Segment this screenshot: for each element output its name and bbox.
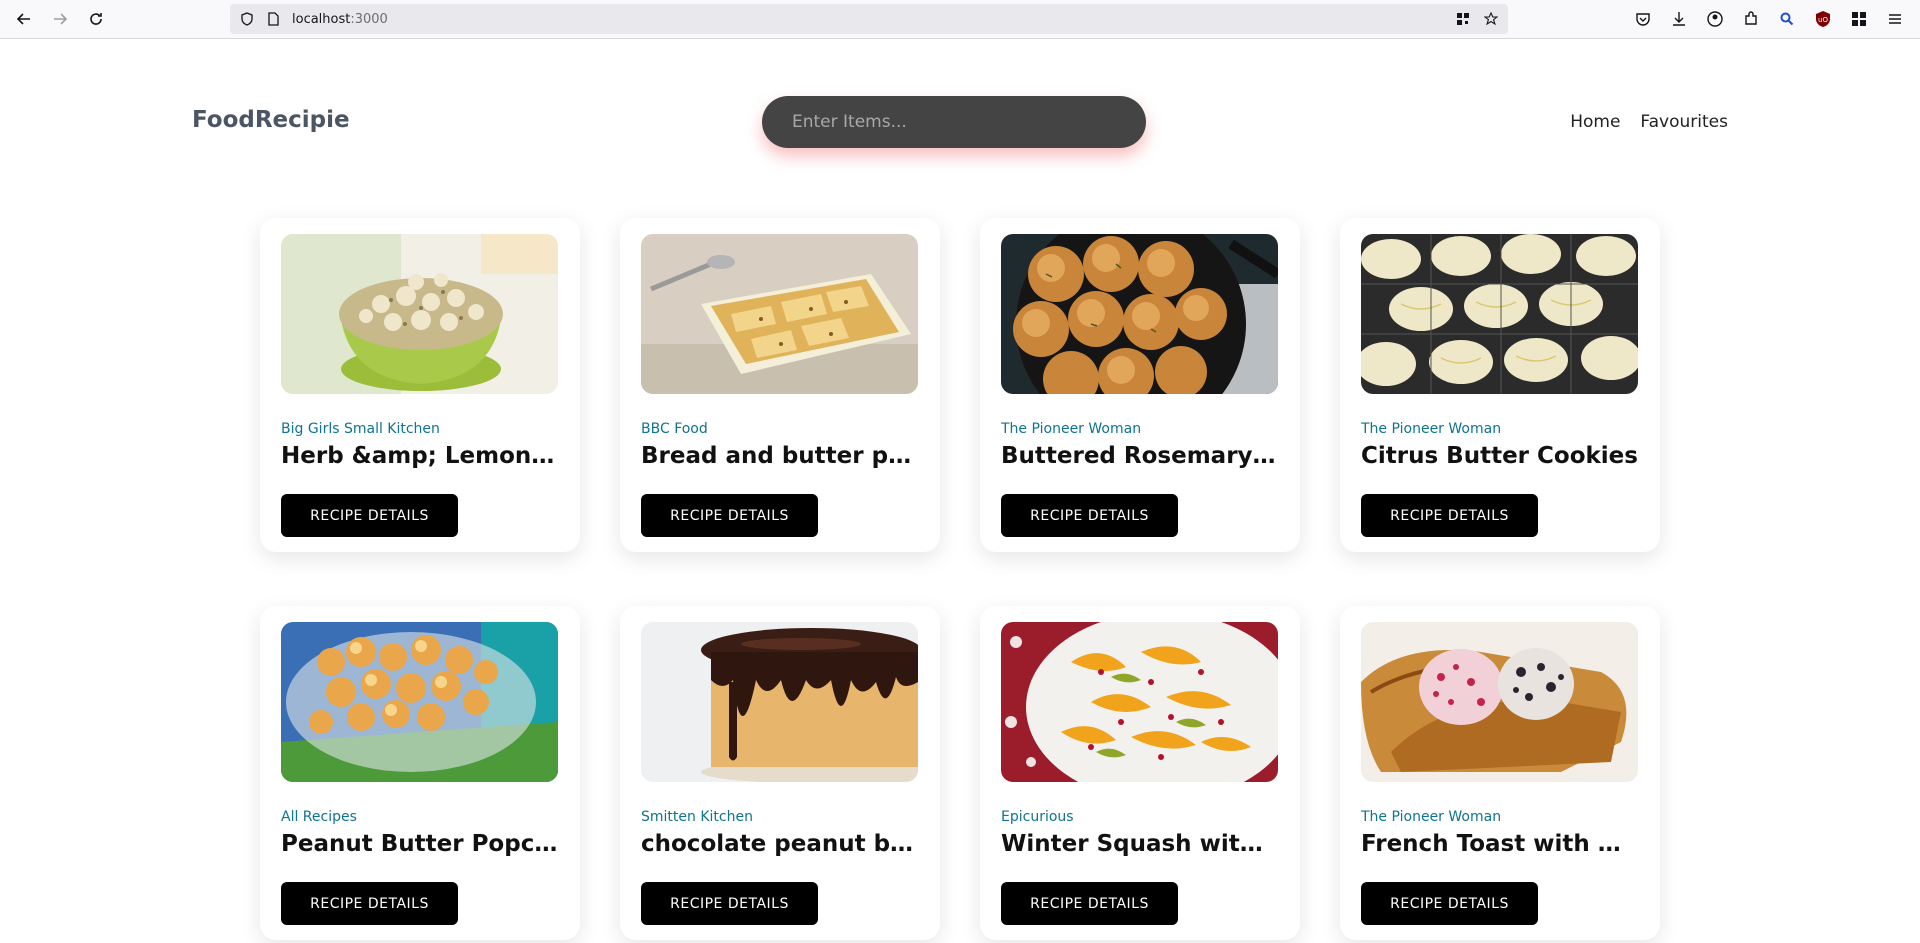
recipe-image [281, 234, 558, 394]
search-input[interactable] [792, 96, 1112, 148]
search-bar [762, 96, 1146, 148]
recipe-title: Peanut Butter Popcorn [281, 831, 558, 857]
recipe-grid: Big Girls Small Kitchen Herb &amp; Lemon… [260, 218, 1660, 940]
qr-code-icon[interactable] [1456, 12, 1470, 26]
recipe-details-button[interactable]: RECIPE DETAILS [281, 494, 458, 537]
bookmark-star-icon[interactable] [1484, 12, 1498, 26]
recipe-card: The Pioneer Woman Citrus Butter Cookies … [1340, 218, 1660, 552]
recipe-details-button[interactable]: RECIPE DETAILS [1001, 882, 1178, 925]
recipe-publisher: Big Girls Small Kitchen [281, 421, 440, 437]
recipe-card: The Pioneer Woman French Toast with Ber.… [1340, 606, 1660, 940]
recipe-title: chocolate peanut butt... [641, 831, 918, 857]
rosemary-rolls-image [1001, 234, 1278, 394]
recipe-title: Buttered Rosemary R... [1001, 443, 1278, 469]
nav-home-link[interactable]: Home [1570, 112, 1620, 132]
recipe-publisher: The Pioneer Woman [1001, 421, 1142, 437]
recipe-details-button[interactable]: RECIPE DETAILS [1361, 494, 1538, 537]
ublock-icon[interactable]: uO [1814, 10, 1832, 28]
account-icon[interactable] [1706, 10, 1724, 28]
download-icon[interactable] [1670, 10, 1688, 28]
url-text: localhost:3000 [292, 12, 388, 27]
shield-icon [241, 12, 253, 26]
main-nav: Home Favourites [1570, 112, 1728, 132]
recipe-card: BBC Food Bread and butter pud... RECIPE … [620, 218, 940, 552]
chocolate-drip-cake-image [641, 622, 918, 782]
forward-arrow-icon [54, 13, 68, 25]
recipe-details-button[interactable]: RECIPE DETAILS [281, 882, 458, 925]
recipe-card: Big Girls Small Kitchen Herb &amp; Lemon… [260, 218, 580, 552]
squash-pomegranate-image [1001, 622, 1278, 782]
recipe-image [641, 622, 918, 782]
recipe-title: French Toast with Ber... [1361, 831, 1638, 857]
recipe-publisher: Smitten Kitchen [641, 809, 753, 825]
back-arrow-icon [16, 13, 30, 25]
recipe-card: Epicurious Winter Squash with S... RECIP… [980, 606, 1300, 940]
recipe-image [1361, 234, 1638, 394]
search-extension-icon[interactable] [1778, 10, 1796, 28]
recipe-details-button[interactable]: RECIPE DETAILS [1361, 882, 1538, 925]
reload-icon [90, 13, 102, 25]
recipe-image [1001, 622, 1278, 782]
recipe-image [1361, 622, 1638, 782]
page-icon [268, 12, 279, 26]
glazed-cookies-image [1361, 234, 1638, 394]
recipe-title: Winter Squash with S... [1001, 831, 1278, 857]
pocket-icon[interactable] [1634, 10, 1652, 28]
reload-button[interactable] [82, 6, 110, 32]
recipe-image [281, 622, 558, 782]
site-logo[interactable]: FoodRecipie [192, 107, 350, 133]
recipe-publisher: BBC Food [641, 421, 708, 437]
forward-button[interactable] [46, 6, 74, 32]
bread-pudding-image [641, 234, 918, 394]
back-button[interactable] [10, 6, 38, 32]
url-host: localhost [292, 12, 351, 27]
recipe-details-button[interactable]: RECIPE DETAILS [641, 494, 818, 537]
extensions-icon[interactable] [1742, 10, 1760, 28]
recipe-title: Bread and butter pud... [641, 443, 918, 469]
browser-toolbar: localhost:3000 uO [0, 0, 1920, 39]
recipe-details-button[interactable]: RECIPE DETAILS [641, 882, 818, 925]
recipe-card: Smitten Kitchen chocolate peanut butt...… [620, 606, 940, 940]
recipe-card: All Recipes Peanut Butter Popcorn RECIPE… [260, 606, 580, 940]
french-toast-image [1361, 622, 1638, 782]
address-bar[interactable]: localhost:3000 [230, 4, 1508, 34]
recipe-publisher: The Pioneer Woman [1361, 809, 1502, 825]
recipe-details-button[interactable]: RECIPE DETAILS [1001, 494, 1178, 537]
recipe-card: The Pioneer Woman Buttered Rosemary R...… [980, 218, 1300, 552]
nav-favourites-link[interactable]: Favourites [1640, 112, 1728, 132]
recipe-image [641, 234, 918, 394]
popcorn-glass-bowl-image [281, 622, 558, 782]
popcorn-bowl-image [281, 234, 558, 394]
menu-icon[interactable] [1886, 10, 1904, 28]
recipe-publisher: Epicurious [1001, 809, 1074, 825]
recipe-title: Citrus Butter Cookies [1361, 443, 1638, 469]
grid-apps-icon[interactable] [1850, 10, 1868, 28]
recipe-title: Herb &amp; Lemon Bu... [281, 443, 558, 469]
recipe-publisher: The Pioneer Woman [1361, 421, 1502, 437]
recipe-image [1001, 234, 1278, 394]
recipe-publisher: All Recipes [281, 809, 357, 825]
url-port: :3000 [350, 12, 388, 27]
svg-text:uO: uO [1818, 16, 1828, 24]
